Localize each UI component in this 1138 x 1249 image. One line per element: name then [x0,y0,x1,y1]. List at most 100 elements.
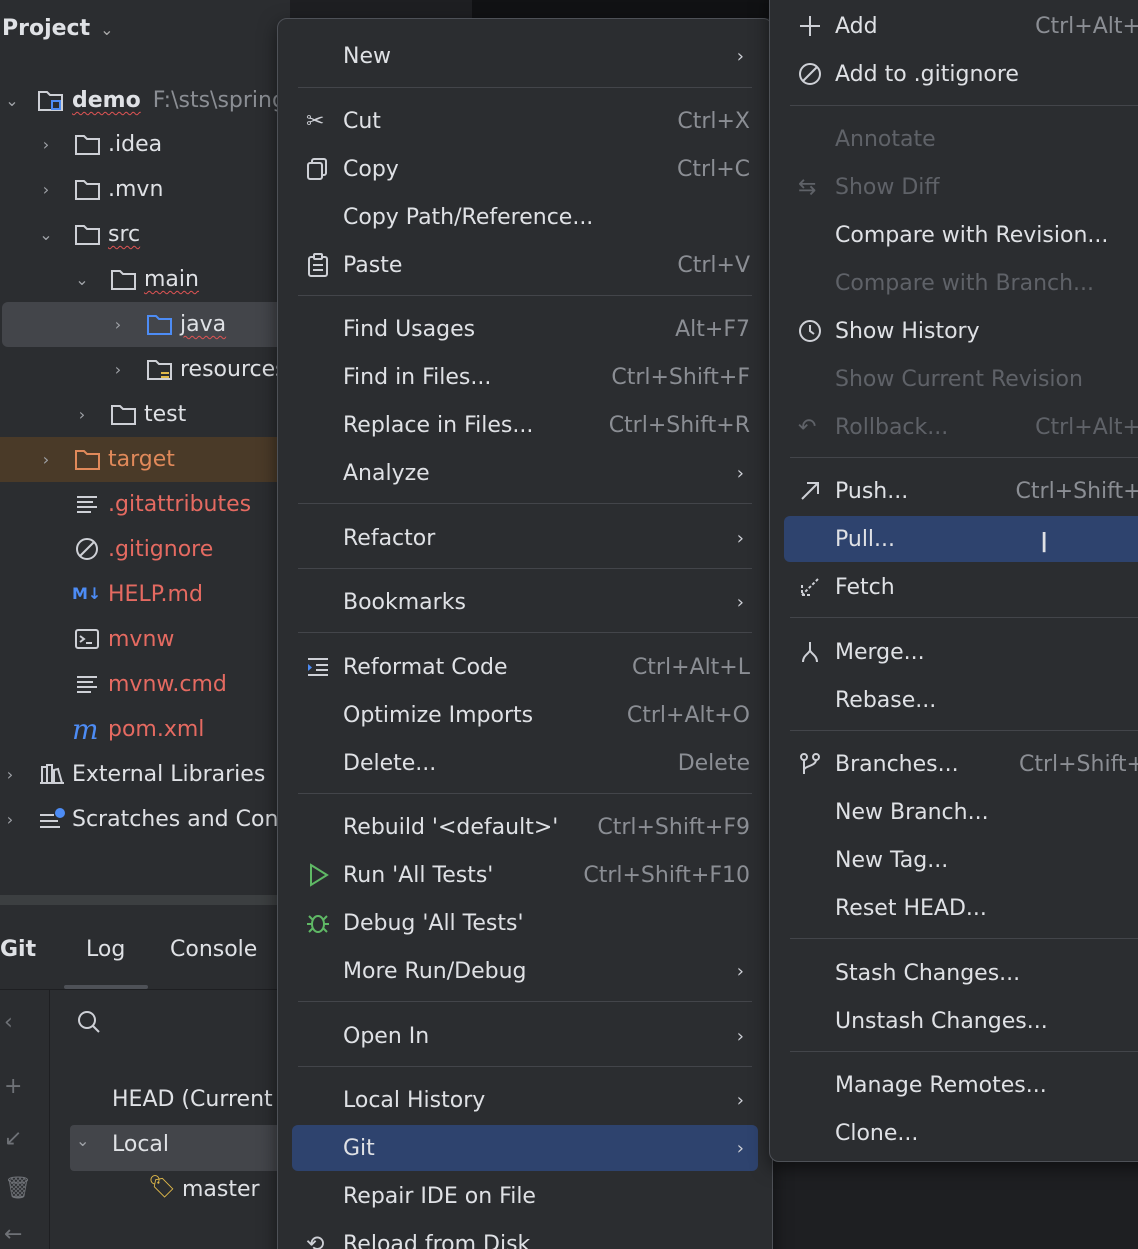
menu-item-local-history[interactable]: Local History › [292,1077,758,1123]
menu-shortcut: Ctrl+Alt+O [626,702,750,728]
chevron-down-icon[interactable]: ⌄ [2,91,22,110]
menu-item-new[interactable]: New › [292,33,758,79]
menu-item-refactor[interactable]: Refactor › [292,515,758,561]
collapse-icon[interactable]: ‹ [4,1010,13,1035]
menu-item-copy-path[interactable]: Copy Path/Reference... [292,194,758,240]
chevron-right-icon[interactable]: › [0,765,20,784]
head-branch-label[interactable]: HEAD (Current b [112,1087,294,1112]
tree-row-src[interactable]: ⌄ src [0,212,290,257]
chevron-down-icon[interactable]: ⌄ [36,225,56,244]
menu-item-run-tests[interactable]: Run 'All Tests' Ctrl+Shift+F10 [292,852,758,898]
tab-git[interactable]: Git [0,937,36,962]
menu-item-compare-revision[interactable]: Compare with Revision... [784,212,1138,258]
menu-separator [298,503,752,504]
tree-row-gitattributes[interactable]: .gitattributes [0,482,290,527]
back-icon[interactable]: ← [4,1222,22,1247]
chevron-down-icon[interactable]: ⌄ [76,1131,89,1150]
tree-row-demo[interactable]: ⌄ demo F:\sts\spring [0,78,290,123]
chevron-right-icon[interactable]: › [36,135,56,154]
tree-row-resources[interactable]: › resources [0,347,290,392]
tree-row-mvnw[interactable]: mvnw [0,617,290,662]
menu-separator [790,105,1138,106]
menu-item-find-usages[interactable]: Find Usages Alt+F7 [292,306,758,352]
tree-row-main[interactable]: ⌄ main [0,257,290,302]
menu-item-cut[interactable]: ✂ Cut Ctrl+X [292,98,758,144]
chevron-right-icon[interactable]: › [72,405,92,424]
menu-separator [298,793,752,794]
menu-item-show-history[interactable]: Show History [784,308,1138,354]
tab-log[interactable]: Log [86,937,125,962]
menu-item-reformat-code[interactable]: Reformat Code Ctrl+Alt+L [292,644,758,690]
menu-item-merge[interactable]: Merge... [784,629,1138,675]
menu-item-clone[interactable]: Clone... [784,1110,1138,1156]
menu-item-git-add[interactable]: Add Ctrl+Alt+A [784,3,1138,49]
menu-item-analyze[interactable]: Analyze › [292,450,758,496]
menu-item-open-in[interactable]: Open In › [292,1013,758,1059]
branch-master[interactable]: master [182,1177,260,1202]
menu-item-show-current-revision[interactable]: Show Current Revision [784,356,1138,402]
chevron-right-icon[interactable]: › [108,360,128,379]
ignore-icon [798,62,822,86]
menu-item-rebase[interactable]: Rebase... [784,677,1138,723]
menu-label: Local History [343,1087,486,1113]
menu-item-pull[interactable]: Pull... [784,516,1138,562]
chevron-right-icon[interactable]: › [36,180,56,199]
local-branches-node[interactable] [70,1125,300,1171]
menu-item-unstash[interactable]: Unstash Changes... [784,998,1138,1044]
tree-row-pom-xml[interactable]: m pom.xml [0,707,290,752]
add-icon[interactable]: + [4,1074,22,1099]
menu-item-git[interactable]: Git › [292,1125,758,1171]
menu-item-rollback[interactable]: ↶ Rollback... Ctrl+Alt+Z [784,404,1138,450]
menu-item-rebuild[interactable]: Rebuild '<default>' Ctrl+Shift+F9 [292,804,758,850]
tree-row-java[interactable]: › java [2,302,290,347]
menu-item-find-in-files[interactable]: Find in Files... Ctrl+Shift+F [292,354,758,400]
tree-row-help-md[interactable]: M↓ HELP.md [0,572,290,617]
chevron-right-icon[interactable]: › [108,315,128,334]
menu-item-repair-ide[interactable]: Repair IDE on File [292,1173,758,1219]
tree-row-idea[interactable]: › .idea [0,122,290,167]
menu-item-stash[interactable]: Stash Changes... [784,950,1138,996]
chevron-right-icon: › [736,591,744,613]
tree-row-external-libraries[interactable]: › External Libraries [0,752,290,797]
chevron-right-icon[interactable]: › [0,810,20,829]
menu-item-annotate[interactable]: Annotate [784,116,1138,162]
menu-item-fetch[interactable]: Fetch [784,564,1138,610]
git-side-toolbar: ‹ + ↙ 🗑 ← [0,990,50,1249]
menu-item-bookmarks[interactable]: Bookmarks › [292,579,758,625]
trash-icon[interactable]: 🗑 [4,1176,32,1201]
menu-item-compare-branch[interactable]: Compare with Branch... [784,260,1138,306]
tree-row-test[interactable]: › test [0,392,290,437]
tree-row-mvnw-cmd[interactable]: mvnw.cmd [0,662,290,707]
chevron-right-icon: › [736,45,744,67]
menu-item-add-to-gitignore[interactable]: Add to .gitignore› [784,51,1138,97]
chevron-down-icon[interactable]: ⌄ [72,270,92,289]
fetch-icon [798,575,822,599]
menu-item-branches[interactable]: Branches... Ctrl+Shift+` [784,741,1138,787]
menu-item-reset-head[interactable]: Reset HEAD... [784,885,1138,931]
search-icon[interactable] [76,1009,102,1035]
menu-item-push[interactable]: Push... Ctrl+Shift+K [784,468,1138,514]
menu-item-optimize-imports[interactable]: Optimize Imports Ctrl+Alt+O [292,692,758,738]
menu-item-replace-in-files[interactable]: Replace in Files... Ctrl+Shift+R [292,402,758,448]
menu-item-more-run-debug[interactable]: More Run/Debug › [292,948,758,994]
menu-item-show-diff[interactable]: ⇆ Show Diff [784,164,1138,210]
project-view-selector[interactable]: Project ⌄ [2,16,114,41]
menu-item-copy[interactable]: Copy Ctrl+C [292,146,758,192]
tree-row-scratches[interactable]: › Scratches and Cons [0,797,290,842]
menu-item-new-tag[interactable]: New Tag... [784,837,1138,883]
menu-label: Clone... [835,1120,919,1146]
menu-item-debug-tests[interactable]: Debug 'All Tests' [292,900,758,946]
fetch-icon[interactable]: ↙ [4,1126,22,1151]
tab-console[interactable]: Console [170,937,257,962]
tree-row-gitignore[interactable]: .gitignore [0,527,290,572]
menu-item-paste[interactable]: Paste Ctrl+V [292,242,758,288]
chevron-right-icon[interactable]: › [36,450,56,469]
menu-item-reload-from-disk[interactable]: ⟲ Reload from Disk [292,1221,758,1249]
menu-item-manage-remotes[interactable]: Manage Remotes... [784,1062,1138,1108]
menu-item-delete[interactable]: Delete... Delete [292,740,758,786]
tree-label: test [144,402,187,427]
tree-row-mvn[interactable]: › .mvn [0,167,290,212]
tree-row-target[interactable]: › target [0,437,290,482]
menu-label: Pull... [835,526,896,552]
menu-item-new-branch[interactable]: New Branch... [784,789,1138,835]
